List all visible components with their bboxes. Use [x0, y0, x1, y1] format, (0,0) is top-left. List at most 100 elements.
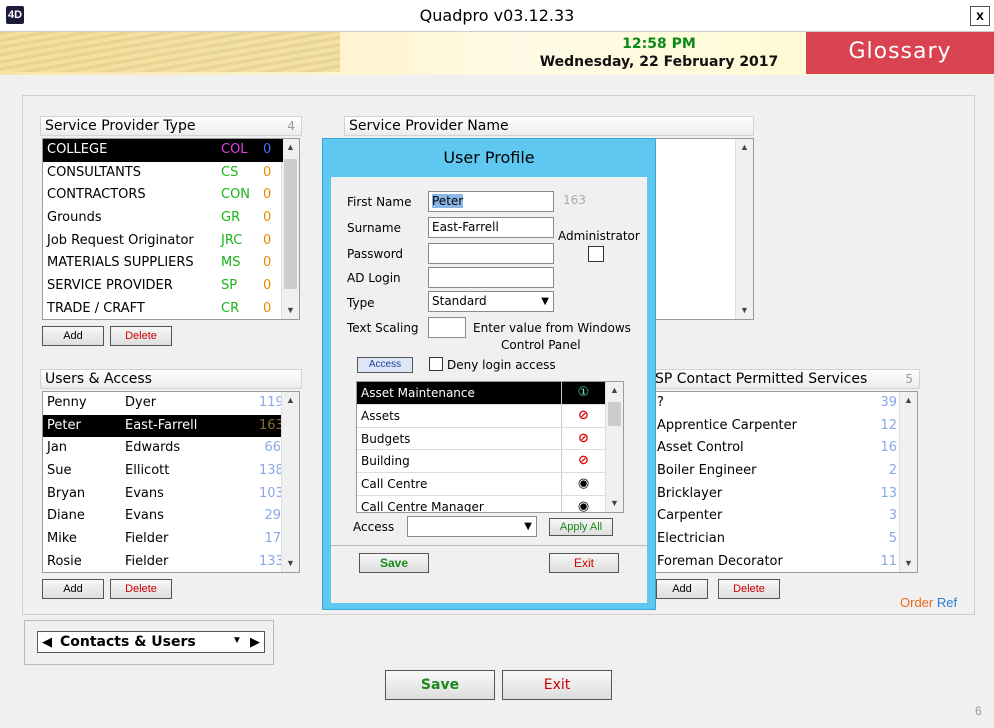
ad-login-field[interactable] — [428, 267, 554, 288]
sp-type-add-button[interactable]: Add — [42, 326, 104, 346]
permission-view-icon[interactable]: ◉ — [561, 495, 605, 512]
users-add-button[interactable]: Add — [42, 579, 104, 599]
scroll-up-icon[interactable]: ▲ — [282, 392, 299, 409]
permission-deny-icon[interactable]: ⊘ — [561, 427, 605, 450]
user-last-name: East-Farrell — [125, 417, 198, 433]
sp-contact-list[interactable]: ▲ ▼ ? 39 Apprentice Carpenter 12 Asset Contr… — [654, 391, 918, 573]
scroll-up-icon[interactable]: ▲ — [606, 382, 623, 399]
sp-contact-row[interactable]: Boiler Engineer 2 — [655, 460, 899, 483]
sp-contact-row[interactable]: Asset Control 16 — [655, 437, 899, 460]
permission-deny-icon[interactable]: ⊘ — [561, 404, 605, 427]
scroll-down-icon[interactable]: ▼ — [282, 555, 299, 572]
deny-login-checkbox[interactable] — [429, 357, 443, 371]
type-value: Standard — [432, 294, 487, 308]
sp-type-num: 0 — [263, 164, 272, 180]
sp-contact-row[interactable]: ? 39 — [655, 392, 899, 415]
permission-view-icon[interactable]: ◉ — [561, 473, 605, 495]
permission-name: Call Centre Manager — [361, 499, 484, 513]
user-id: 163 — [563, 193, 586, 207]
permissions-list[interactable]: ▲ ▼ Asset Maintenance ① Assets ⊘ Budgets ⊘ Bui… — [356, 381, 624, 513]
user-row[interactable]: Mike Fielder 17 — [43, 528, 281, 551]
order-link[interactable]: Order — [900, 595, 933, 610]
user-row[interactable]: Jan Edwards 66 — [43, 437, 281, 460]
sp-name-scrollbar[interactable]: ▲ ▼ — [735, 139, 753, 319]
user-row[interactable]: Rosie Fielder 133 — [43, 551, 281, 572]
permission-row[interactable]: Call Centre Manager ◉ — [357, 495, 605, 513]
sp-contact-row[interactable]: Electrician 5 — [655, 528, 899, 551]
access-button[interactable]: Access — [357, 357, 413, 373]
sp-type-row[interactable]: Grounds GR 0 — [43, 207, 283, 230]
sp-type-row[interactable]: Job Request Originator JRC 0 — [43, 230, 283, 253]
sp-type-list[interactable]: ▲ ▼ COLLEGE COL 0 CONSULTANTS CS 0 CONTRACTORS… — [42, 138, 300, 320]
apply-all-button[interactable]: Apply All — [549, 518, 613, 536]
main-save-button[interactable]: Save — [385, 670, 495, 700]
main-exit-button[interactable]: Exit — [502, 670, 612, 700]
sp-contact-row[interactable]: Apprentice Carpenter 12 — [655, 415, 899, 438]
scroll-thumb[interactable] — [608, 402, 621, 426]
permission-name: Building — [361, 454, 410, 469]
scroll-down-icon[interactable]: ▼ — [606, 495, 623, 512]
permission-row[interactable]: Asset Maintenance ① — [357, 382, 605, 405]
prev-arrow-icon[interactable]: ◀ — [42, 634, 52, 650]
dialog-exit-button[interactable]: Exit — [549, 553, 619, 573]
tab-label: Contacts & Users — [60, 634, 196, 650]
sp-contact-num: 3 — [888, 508, 897, 524]
scroll-down-icon[interactable]: ▼ — [282, 302, 299, 319]
first-name-field[interactable]: Peter — [428, 191, 554, 212]
sp-name-header: Service Provider Name — [344, 116, 754, 136]
user-row[interactable]: Diane Evans 29 — [43, 505, 281, 528]
tab-selector-control[interactable]: ◀ Contacts & Users ▼ ▶ — [37, 631, 265, 653]
sp-type-row[interactable]: SERVICE PROVIDER SP 0 — [43, 275, 283, 298]
ref-link[interactable]: Ref — [937, 595, 957, 610]
dialog-save-button[interactable]: Save — [359, 553, 429, 573]
sp-type-scrollbar[interactable]: ▲ ▼ — [281, 139, 299, 319]
password-field[interactable] — [428, 243, 554, 264]
permission-row[interactable]: Building ⊘ — [357, 450, 605, 474]
sp-contact-add-button[interactable]: Add — [656, 579, 708, 599]
users-delete-button[interactable]: Delete — [110, 579, 172, 599]
dialog-body: First Name Peter 163 Surname East-Farrel… — [331, 177, 647, 603]
surname-field[interactable]: East-Farrell — [428, 217, 554, 238]
access-select[interactable]: ▼ — [407, 516, 537, 537]
permission-row[interactable]: Call Centre ◉ — [357, 473, 605, 496]
permission-row[interactable]: Assets ⊘ — [357, 404, 605, 428]
user-row[interactable]: Peter East-Farrell 163 — [43, 414, 281, 438]
sp-type-row[interactable]: TRADE / CRAFT CR 0 — [43, 298, 283, 319]
sp-type-row[interactable]: CONSULTANTS CS 0 — [43, 162, 283, 185]
sp-type-row[interactable]: MATERIALS SUPPLIERS MS 0 — [43, 252, 283, 275]
next-arrow-icon[interactable]: ▶ — [250, 634, 260, 650]
chevron-down-icon[interactable]: ▼ — [232, 635, 242, 646]
deny-login-label: Deny login access — [447, 358, 556, 372]
permission-full-icon[interactable]: ① — [561, 382, 605, 404]
permissions-scrollbar[interactable]: ▲ ▼ — [605, 382, 623, 512]
sp-type-delete-button[interactable]: Delete — [110, 326, 172, 346]
scroll-down-icon[interactable]: ▼ — [900, 555, 917, 572]
user-row[interactable]: Bryan Evans 103 — [43, 483, 281, 506]
user-row[interactable]: Sue Ellicott 138 — [43, 460, 281, 483]
sp-contact-row[interactable]: Foreman Decorator 11 — [655, 551, 899, 572]
permission-deny-icon[interactable]: ⊘ — [561, 450, 605, 473]
user-last-name: Edwards — [125, 440, 181, 456]
scroll-up-icon[interactable]: ▲ — [900, 392, 917, 409]
permission-row[interactable]: Budgets ⊘ — [357, 427, 605, 451]
sp-name-list[interactable]: ▲ ▼ — [654, 138, 754, 320]
users-list[interactable]: ▲ ▼ Penny Dyer 119 Peter East-Farrell 163 Jan E… — [42, 391, 300, 573]
sp-contact-row[interactable]: Bricklayer 13 — [655, 483, 899, 506]
type-select[interactable]: Standard ▼ — [428, 291, 554, 312]
close-button[interactable]: x — [970, 6, 990, 26]
sp-type-row[interactable]: COLLEGE COL 0 — [43, 139, 283, 162]
user-row[interactable]: Penny Dyer 119 — [43, 392, 281, 415]
administrator-checkbox[interactable] — [588, 246, 604, 262]
user-first-name: Sue — [47, 463, 72, 479]
users-scrollbar[interactable]: ▲ ▼ — [281, 392, 299, 572]
scroll-up-icon[interactable]: ▲ — [736, 139, 753, 156]
glossary-button[interactable]: Glossary — [806, 32, 994, 74]
scroll-thumb[interactable] — [284, 159, 297, 289]
scroll-down-icon[interactable]: ▼ — [736, 302, 753, 319]
sp-contact-delete-button[interactable]: Delete — [718, 579, 780, 599]
sp-contact-row[interactable]: Carpenter 3 — [655, 505, 899, 528]
sp-type-row[interactable]: CONTRACTORS CON 0 — [43, 184, 283, 207]
text-scaling-field[interactable] — [428, 317, 466, 338]
scroll-up-icon[interactable]: ▲ — [282, 139, 299, 156]
sp-contact-scrollbar[interactable]: ▲ ▼ — [899, 392, 917, 572]
